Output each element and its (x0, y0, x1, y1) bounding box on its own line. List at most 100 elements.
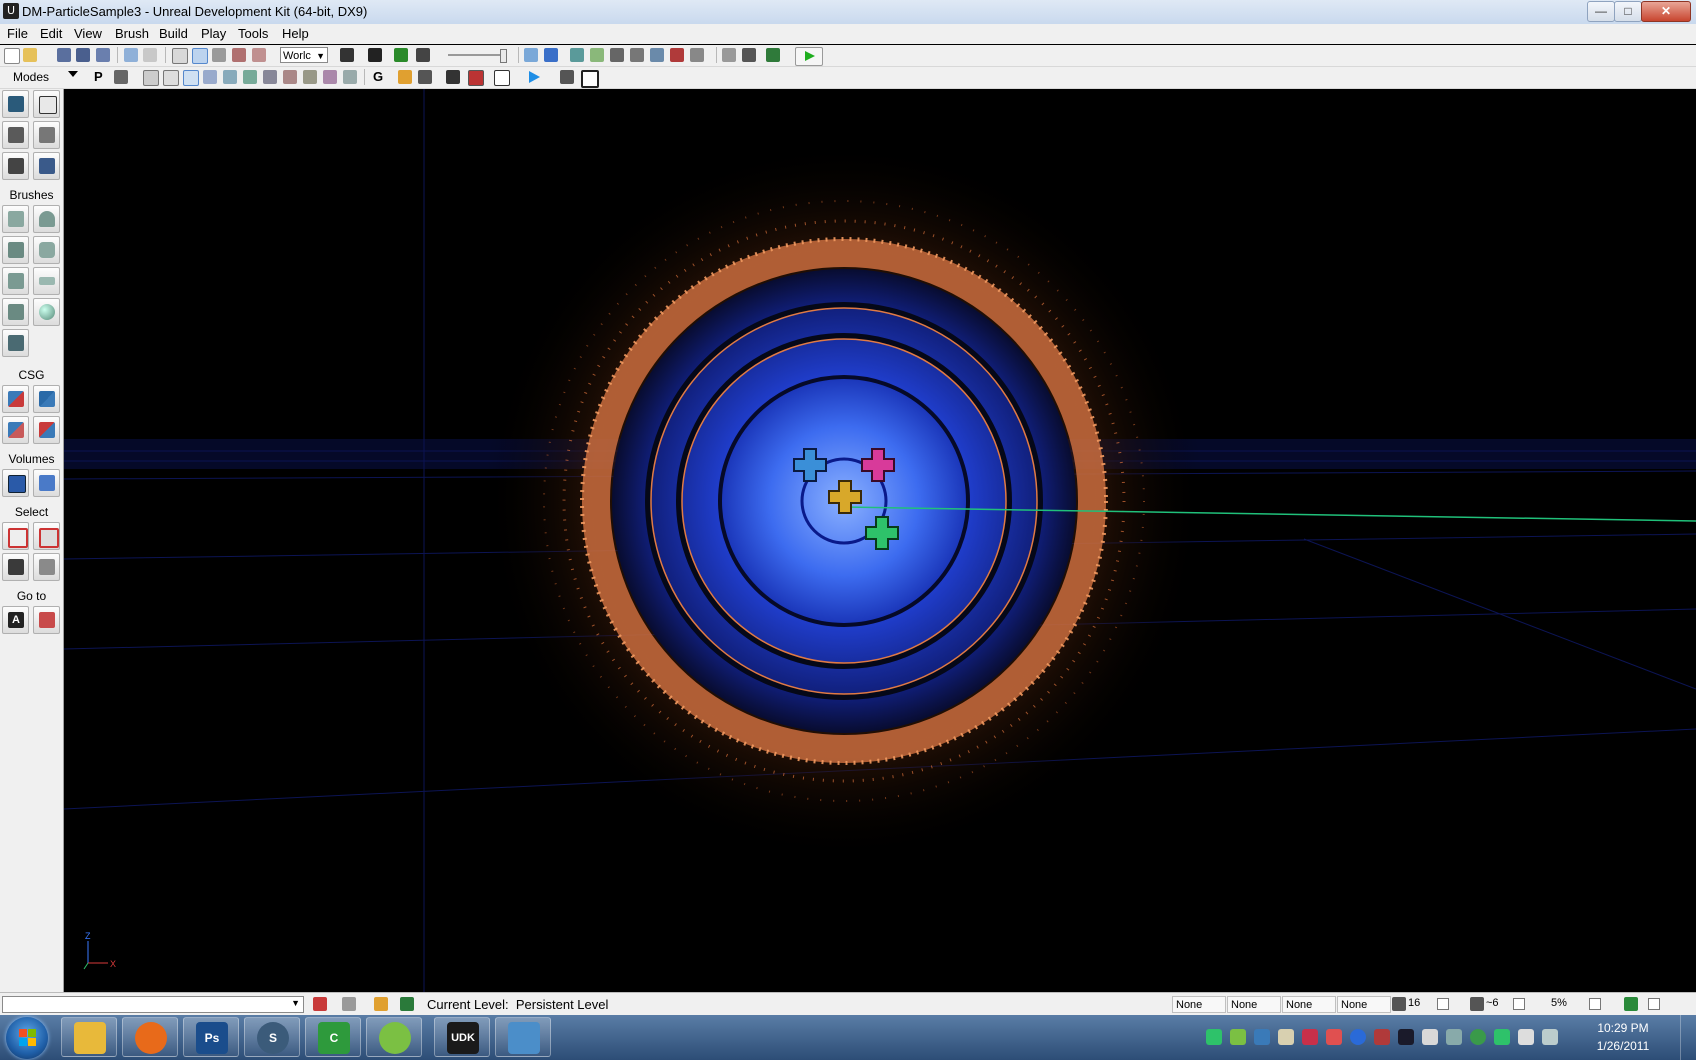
select-icon[interactable] (172, 48, 188, 64)
goto-builder-brush-button[interactable] (33, 606, 60, 634)
network-signal-icon[interactable] (1542, 1029, 1558, 1045)
geometry-mode-button[interactable] (33, 90, 60, 118)
show-selected-button[interactable] (2, 553, 29, 581)
tray-globe-icon[interactable] (1470, 1029, 1486, 1045)
start-button[interactable] (6, 1017, 48, 1059)
viewport-options-icon[interactable] (114, 70, 128, 84)
lock-icon[interactable] (398, 70, 412, 84)
save-icon[interactable] (57, 48, 71, 62)
udk-app-icon[interactable]: U (3, 3, 19, 19)
cylinder-brush-button[interactable] (33, 236, 60, 264)
eye-icon[interactable] (418, 70, 432, 84)
sheet-brush-button[interactable] (33, 267, 60, 295)
build-paths-icon[interactable] (570, 48, 584, 62)
csg-intersect-button[interactable] (2, 416, 29, 444)
menu-view[interactable]: View (72, 26, 104, 41)
goto-actor-button[interactable]: A (2, 606, 29, 634)
bulb-icon[interactable] (690, 48, 704, 62)
build-geometry-icon[interactable] (524, 48, 538, 62)
shader-complexity-icon[interactable] (283, 70, 297, 84)
actor-icon[interactable] (446, 70, 460, 84)
slider-thumb[interactable] (500, 49, 507, 63)
tray-display-icon[interactable] (1374, 1029, 1390, 1045)
maximize-button[interactable]: □ (1614, 1, 1642, 22)
kismet-icon[interactable] (394, 48, 408, 62)
tray-mascot-icon[interactable] (1230, 1029, 1246, 1045)
game-view-toggle[interactable]: G (373, 69, 383, 84)
unreal-frontend-icon[interactable] (742, 48, 756, 62)
redo-icon[interactable] (143, 48, 157, 62)
light-complexity-icon[interactable] (243, 70, 257, 84)
tray-alert-icon[interactable] (1326, 1029, 1342, 1045)
grid-snap-checkbox[interactable] (1437, 998, 1449, 1010)
chevron-down-icon[interactable] (68, 71, 78, 77)
taskbar-clock[interactable]: 10:29 PM 1/26/2011 (1588, 1019, 1658, 1055)
collision-icon[interactable] (343, 70, 357, 84)
tray-network-share-icon[interactable] (1254, 1029, 1270, 1045)
texture-align-button[interactable] (33, 121, 60, 149)
open-icon[interactable] (23, 48, 37, 62)
autosave-icon[interactable] (1624, 997, 1638, 1011)
stop-icon[interactable] (313, 997, 327, 1011)
taskbar-app-steam[interactable]: S (244, 1017, 300, 1057)
level-icon[interactable] (400, 997, 414, 1011)
tray-update-icon[interactable] (1494, 1029, 1510, 1045)
scale-snap-value[interactable]: 5% (1551, 997, 1567, 1009)
tray-document-icon[interactable] (1278, 1029, 1294, 1045)
non-uniform-scale-icon[interactable] (252, 48, 266, 62)
build-all-icon[interactable] (610, 48, 624, 62)
perspective-viewport[interactable]: Z X (64, 89, 1696, 992)
camera-mode-button[interactable] (2, 90, 29, 118)
play-viewport-button[interactable] (522, 69, 546, 85)
taskbar-app-mascot[interactable] (366, 1017, 422, 1057)
undo-icon[interactable] (124, 48, 138, 62)
content-browser-icon[interactable] (368, 48, 382, 62)
build-lighting-icon[interactable] (544, 48, 558, 62)
cube-brush-button[interactable] (2, 205, 29, 233)
coordinate-system-select[interactable]: Worlc ▼ (280, 47, 328, 63)
select-inside-button[interactable] (2, 522, 29, 550)
csg-deintersect-button[interactable] (33, 416, 60, 444)
swarm-icon[interactable] (670, 48, 684, 62)
tray-device-icon[interactable] (1422, 1029, 1438, 1045)
csg-add-button[interactable] (2, 385, 29, 413)
cone-brush-button[interactable] (33, 205, 60, 233)
translate-icon[interactable] (192, 48, 208, 64)
tray-alienware-icon[interactable] (1398, 1029, 1414, 1045)
sphere-brush-button[interactable] (33, 298, 60, 326)
lightmap-density-icon[interactable] (303, 70, 317, 84)
menu-file[interactable]: File (5, 26, 30, 41)
autosave-checkbox[interactable] (1648, 998, 1660, 1010)
game-view-icon[interactable] (560, 70, 574, 84)
drag-grid-icon[interactable] (374, 997, 388, 1011)
rotate-icon[interactable] (212, 48, 226, 62)
rotation-snap-value[interactable]: ~6 (1486, 997, 1499, 1009)
perspective-toggle[interactable]: P (94, 69, 103, 84)
save-all-icon[interactable] (76, 48, 90, 62)
taskbar-app-photo-viewer[interactable] (495, 1017, 551, 1057)
monitor-icon[interactable] (766, 48, 780, 62)
mesh-paint-button[interactable] (2, 152, 29, 180)
camera-icon[interactable] (468, 70, 484, 86)
minimize-button[interactable]: — (1587, 1, 1615, 22)
volume-visibility-button[interactable] (33, 469, 60, 497)
grid-size-value[interactable]: 16 (1408, 997, 1420, 1009)
menu-tools[interactable]: Tools (236, 26, 270, 41)
close-button[interactable]: ✕ (1641, 1, 1691, 22)
bluetooth-icon[interactable] (1350, 1029, 1366, 1045)
spiral-stair-button[interactable] (2, 298, 29, 326)
scale-icon[interactable] (232, 48, 246, 62)
menu-play[interactable]: Play (199, 26, 228, 41)
cook-icon[interactable] (722, 48, 736, 62)
brush-icon[interactable] (342, 997, 356, 1011)
detail-lighting-icon[interactable] (203, 70, 217, 84)
play-in-editor-button[interactable] (795, 47, 823, 66)
rotation-snap-checkbox[interactable] (1513, 998, 1525, 1010)
linear-stair-button[interactable] (2, 267, 29, 295)
add-volume-button[interactable] (2, 469, 29, 497)
taskbar-app-cinema[interactable]: C (305, 1017, 361, 1057)
tray-security-icon[interactable] (1302, 1029, 1318, 1045)
taskbar-app-udk[interactable]: UDK (434, 1017, 490, 1057)
lighting-quality-icon[interactable] (650, 48, 664, 62)
volumetric-brush-button[interactable] (2, 329, 29, 357)
